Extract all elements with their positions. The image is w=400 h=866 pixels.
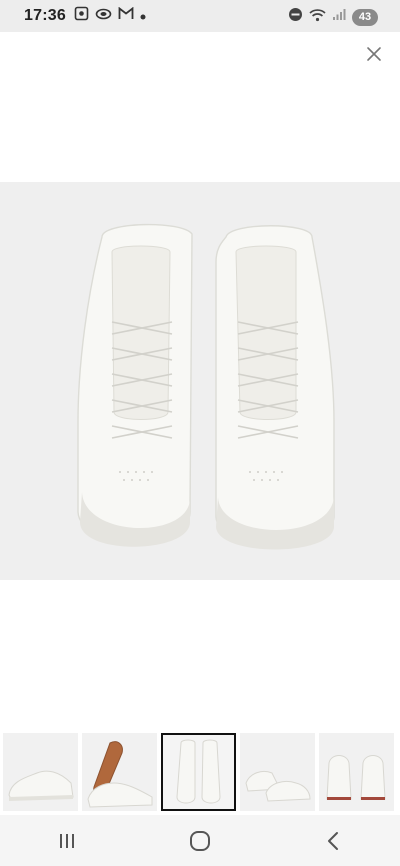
main-product-image[interactable] [0, 182, 400, 580]
link-icon [95, 7, 112, 25]
close-icon [367, 47, 381, 61]
home-button[interactable] [170, 821, 230, 861]
thumbnail-strip [0, 733, 400, 813]
thumbnail-side-view[interactable] [3, 733, 78, 811]
gmail-icon [118, 6, 134, 25]
thumbnail-angled-pair-view[interactable] [240, 733, 315, 811]
home-icon [189, 830, 210, 851]
status-bar: 17:36 43 [0, 0, 400, 32]
navigation-bar [0, 815, 400, 866]
left-sneaker [77, 223, 193, 547]
wifi-icon [309, 8, 326, 27]
signal-icon [332, 8, 346, 26]
dot-icon [140, 7, 146, 25]
right-sneaker [215, 225, 335, 550]
status-time: 17:36 [24, 7, 66, 24]
back-icon [328, 831, 339, 850]
dnd-icon [288, 7, 303, 27]
recent-apps-button[interactable] [37, 821, 97, 861]
thumbnail-top-view[interactable] [161, 733, 236, 811]
screenshot-icon [74, 6, 89, 26]
battery-indicator: 43 [352, 8, 378, 26]
back-button[interactable] [303, 821, 363, 861]
recent-apps-icon [59, 833, 74, 848]
close-button[interactable] [362, 42, 386, 66]
thumbnail-sole-view[interactable] [82, 733, 157, 811]
thumbnail-back-view[interactable] [319, 733, 394, 811]
